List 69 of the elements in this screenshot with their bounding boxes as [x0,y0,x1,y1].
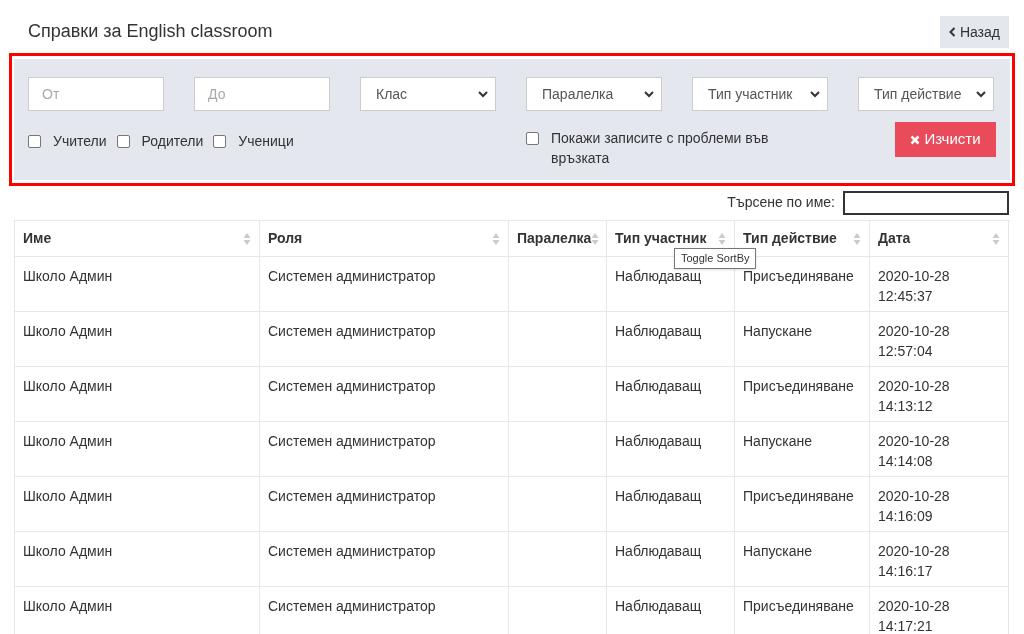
table-cell: 2020-10-28 12:45:37 [870,257,1009,312]
table-cell: 2020-10-28 14:17:21 [870,587,1009,634]
date-field[interactable]: До [194,77,330,111]
select-dropdown[interactable]: Тип участник [692,77,828,111]
date-field[interactable]: От [28,77,164,111]
tooltip: Toggle SortBy [674,248,757,269]
back-button[interactable]: Назад [939,16,1009,48]
column-header[interactable]: Паралелка [509,221,607,257]
table-cell: Наблюдаващ [607,477,735,532]
sort-icon [992,232,1000,245]
table-cell: Системен администратор [260,257,509,312]
chevron-down-icon [478,90,488,98]
checkbox[interactable] [116,135,130,148]
table-cell: Системен администратор [260,422,509,477]
table-cell: Системен администратор [260,367,509,422]
table-cell: Наблюдаващ [607,587,735,634]
table-cell: Напускане [735,422,870,477]
table-cell: 2020-10-28 12:57:04 [870,312,1009,367]
clear-button[interactable]: Изчисти [895,122,996,157]
table-cell: Системен администратор [260,587,509,634]
column-header[interactable]: Роля [260,221,509,257]
table-cell: Школо Админ [15,422,260,477]
table-cell: Школо Админ [15,312,260,367]
search-label: Търсене по име: [727,193,835,212]
page-title: Справки за English classroom [28,20,273,43]
table-cell: Наблюдаващ [607,312,735,367]
column-header[interactable]: Име [15,221,260,257]
close-icon [910,134,921,145]
select-dropdown[interactable]: Паралелка [526,77,662,111]
table-cell: Школо Админ [15,477,260,532]
table-cell: Системен администратор [260,532,509,587]
checkbox[interactable] [526,132,539,145]
column-header[interactable]: Дата [870,221,1009,257]
table-cell: Школо Админ [15,257,260,312]
checkbox-label: Родители [141,132,204,151]
table-cell: Присъединяване [735,477,870,532]
select-dropdown[interactable]: Клас [360,77,496,111]
sort-icon [243,232,251,245]
table-cell: Системен администратор [260,477,509,532]
chevron-down-icon [644,90,654,98]
chevron-down-icon [810,90,820,98]
select-dropdown[interactable]: Тип действие [858,77,994,111]
chevron-left-icon [948,27,956,37]
table-cell: Наблюдаващ [607,532,735,587]
checkbox[interactable] [213,135,227,148]
sort-icon [853,232,861,245]
checkbox-label: Покажи записите с проблеми във връзката [551,129,770,168]
table-cell: 2020-10-28 14:16:17 [870,532,1009,587]
checkbox[interactable] [28,135,41,148]
table-cell: Присъединяване [735,367,870,422]
search-field[interactable] [843,190,1009,215]
table-cell: Напускане [735,312,870,367]
table-cell: Школо Админ [15,587,260,634]
sort-icon [718,232,726,245]
chevron-down-icon [976,90,986,98]
table-cell: Школо Админ [15,532,260,587]
checkbox-label: Ученици [238,132,294,151]
table-cell: Системен администратор [260,312,509,367]
table-cell: Присъединяване [735,587,870,634]
table-cell: 2020-10-28 14:16:09 [870,477,1009,532]
table-cell: Школо Админ [15,367,260,422]
table-cell: Наблюдаващ [607,367,735,422]
table-cell: 2020-10-28 14:13:12 [870,367,1009,422]
table-cell: Напускане [735,532,870,587]
checkbox-label: Учители [53,132,107,151]
sort-icon [591,232,600,245]
sort-icon [492,232,500,245]
table-cell: Наблюдаващ [607,422,735,477]
table-cell: 2020-10-28 14:14:08 [870,422,1009,477]
